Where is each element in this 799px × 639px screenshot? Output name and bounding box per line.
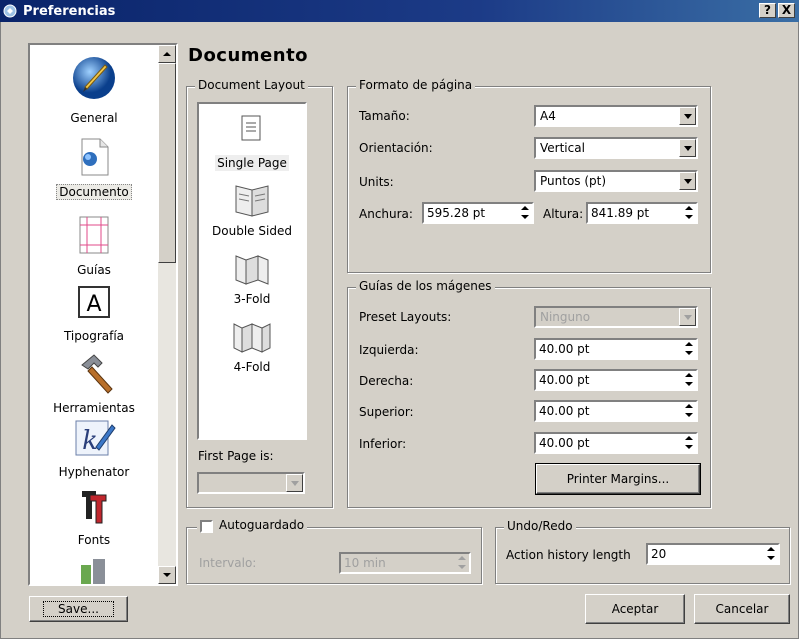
tamano-select[interactable]: A4 — [534, 105, 698, 127]
inferior-label: Inferior: — [359, 437, 407, 451]
3-fold-icon — [235, 255, 269, 285]
spinner-icon[interactable] — [682, 340, 695, 358]
sidebar-item-label: General — [70, 111, 118, 125]
layout-item-4-fold[interactable]: 4-Fold — [199, 320, 305, 382]
tamano-label: Tamaño: — [359, 109, 410, 123]
sidebar-item-label: Fonts — [77, 533, 111, 547]
4-fold-icon — [233, 323, 271, 353]
group-legend: Guías de los mágenes — [356, 279, 495, 293]
sidebar-item-label: Hyphenator — [58, 465, 130, 479]
hyphenator-icon: k — [75, 420, 116, 456]
app-icon — [3, 4, 17, 18]
superior-stepper[interactable]: 40.00 pt — [534, 400, 698, 422]
document-icon — [81, 138, 109, 176]
tools-icon — [81, 354, 113, 394]
typography-icon: A — [78, 286, 110, 318]
first-page-select[interactable] — [197, 472, 305, 494]
scroll-down-button[interactable] — [158, 566, 176, 584]
accept-button[interactable]: Aceptar — [585, 594, 685, 624]
history-length-label: Action history length — [506, 548, 631, 562]
izquierda-label: Izquierda: — [359, 343, 419, 357]
single-page-icon — [241, 115, 261, 141]
spinner-icon[interactable] — [682, 434, 695, 452]
sidebar-item-fonts[interactable]: Fonts — [30, 485, 158, 555]
altura-stepper[interactable]: 841.89 pt — [586, 202, 698, 224]
layout-item-double-sided[interactable]: Double Sided — [199, 184, 305, 246]
group-legend: Undo/Redo — [504, 519, 576, 533]
window-title: Preferencias — [23, 3, 116, 19]
spinner-icon[interactable] — [518, 204, 531, 222]
spinner-icon[interactable] — [764, 545, 777, 563]
chevron-down-icon — [679, 107, 696, 125]
sidebar-item-herramientas[interactable]: Herramientas — [30, 351, 158, 421]
guides-icon — [79, 216, 109, 254]
spinner-icon[interactable] — [682, 371, 695, 389]
derecha-stepper[interactable]: 40.00 pt — [534, 369, 698, 391]
anchura-stepper[interactable]: 595.28 pt — [422, 202, 534, 224]
sidebar-item-hyphenator[interactable]: k Hyphenator — [30, 417, 158, 487]
autosave-checkbox[interactable] — [200, 520, 213, 533]
sidebar-item-label: Herramientas — [53, 401, 135, 415]
group-legend: Formato de página — [356, 78, 476, 92]
save-button[interactable]: Save... — [29, 596, 128, 622]
group-legend: Document Layout — [195, 78, 308, 92]
izquierda-stepper[interactable]: 40.00 pt — [534, 338, 698, 360]
superior-label: Superior: — [359, 405, 414, 419]
preset-layouts-label: Preset Layouts: — [359, 310, 452, 324]
sidebar-item-guias[interactable]: Guías — [30, 215, 158, 285]
fonts-icon — [82, 491, 107, 524]
layout-item-3-fold[interactable]: 3-Fold — [199, 252, 305, 314]
preset-layouts-select[interactable]: Ninguno — [534, 306, 698, 328]
intervalo-label: Intervalo: — [199, 556, 257, 570]
layout-item-label: 4-Fold — [233, 360, 271, 374]
chevron-down-icon — [286, 474, 303, 492]
spinner-icon[interactable] — [682, 402, 695, 420]
sidebar-scrollbar[interactable] — [158, 45, 176, 584]
units-select[interactable]: Puntos (pt) — [534, 170, 698, 192]
page-title: Documento — [188, 45, 309, 66]
layout-item-label: Double Sided — [212, 224, 292, 238]
orientacion-label: Orientación: — [359, 141, 433, 155]
sidebar-item-general[interactable]: General — [30, 55, 158, 135]
chevron-down-icon — [679, 308, 696, 326]
group-legend: Autoguardado — [197, 518, 308, 532]
first-page-label: First Page is: — [198, 449, 274, 463]
layout-item-label: 3-Fold — [233, 292, 271, 306]
chevron-down-icon — [679, 172, 696, 190]
svg-text:A: A — [86, 292, 101, 317]
sidebar-item-tipografia[interactable]: A Tipografía — [30, 285, 158, 353]
layout-item-single-page[interactable]: Single Page — [199, 114, 305, 176]
sidebar-item-next[interactable] — [30, 555, 158, 584]
close-button[interactable]: X — [778, 3, 795, 18]
spinner-icon[interactable] — [455, 554, 468, 572]
plugin-icon — [81, 559, 105, 584]
cancel-button[interactable]: Cancelar — [694, 594, 790, 624]
printer-margins-button[interactable]: Printer Margins... — [536, 464, 700, 494]
general-icon — [73, 57, 115, 99]
title-bar: Preferencias ? X — [0, 0, 799, 22]
category-sidebar[interactable]: General Documento Guías A Tipografía Her… — [28, 43, 178, 586]
altura-label: Altura: — [543, 207, 584, 221]
layout-item-label: Single Page — [215, 155, 289, 171]
anchura-label: Anchura: — [359, 207, 413, 221]
scroll-up-button[interactable] — [158, 45, 176, 63]
scroll-thumb[interactable] — [158, 63, 176, 263]
svg-text:k: k — [82, 426, 98, 456]
sidebar-item-label: Tipografía — [63, 329, 125, 343]
history-length-stepper[interactable]: 20 — [646, 543, 780, 565]
intervalo-stepper[interactable]: 10 min — [339, 552, 471, 574]
sidebar-item-documento[interactable]: Documento — [30, 137, 158, 207]
sidebar-item-label: Guías — [77, 263, 111, 277]
units-label: Units: — [359, 175, 394, 189]
help-button[interactable]: ? — [759, 3, 776, 18]
double-sided-icon — [235, 185, 269, 217]
document-layout-list[interactable]: Single Page Double Sided 3-Fold 4-Fold — [197, 102, 307, 440]
chevron-down-icon — [679, 139, 696, 157]
inferior-stepper[interactable]: 40.00 pt — [534, 432, 698, 454]
spinner-icon[interactable] — [682, 204, 695, 222]
sidebar-item-label: Documento — [30, 184, 158, 200]
derecha-label: Derecha: — [359, 374, 414, 388]
orientacion-select[interactable]: Vertical — [534, 137, 698, 159]
